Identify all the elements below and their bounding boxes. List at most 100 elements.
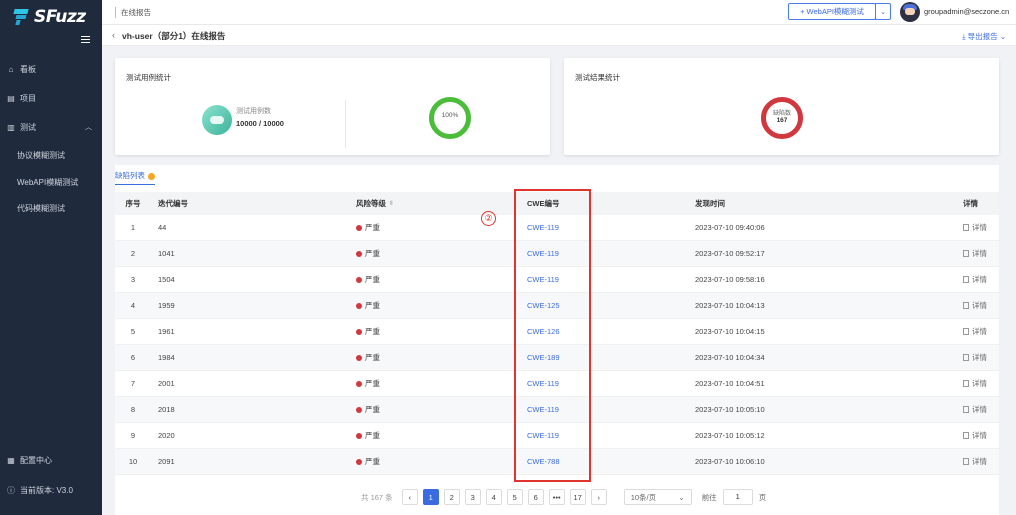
risk-header-label: 风险等级 — [356, 199, 386, 208]
sidebar-version: ⓘ 当前版本: V3.0 — [0, 478, 102, 502]
risk-label: 严重 — [365, 223, 380, 232]
chevron-down-icon[interactable]: ⌄ — [875, 3, 891, 20]
detail-button[interactable]: 详情 — [963, 274, 987, 285]
row-risk: 严重 — [356, 274, 380, 285]
severity-dot-icon — [356, 224, 362, 231]
detail-label: 详情 — [972, 379, 987, 388]
logo[interactable]: SFuzz — [13, 6, 86, 28]
top-bar: 在线报告 + WebAPI模糊测试 ⌄ groupadmin@seczone.c… — [102, 0, 1016, 25]
row-index: 4 — [130, 301, 136, 310]
severity-dot-icon — [356, 458, 362, 465]
document-icon — [963, 276, 969, 283]
document-icon — [963, 328, 969, 335]
detail-label: 详情 — [972, 431, 987, 440]
detail-button[interactable]: 详情 — [963, 326, 987, 337]
defect-label: 缺陷数 — [772, 111, 791, 117]
chevron-down-icon: ⌄ — [997, 32, 1006, 41]
row-risk: 严重 — [356, 378, 380, 389]
sidebar-item-config[interactable]: ▦ 配置中心 — [0, 448, 102, 472]
export-report-button[interactable]: ⤓ 导出报告 ⌄ — [962, 31, 1006, 42]
test-icon: ▥ — [7, 122, 15, 132]
export-label: 导出报告 — [967, 32, 998, 41]
row-risk: 严重 — [356, 352, 380, 363]
avatar[interactable] — [900, 2, 920, 22]
row-iteration: 1961 — [158, 327, 175, 336]
result-stats-card: 测试结果统计 缺陷数 167 — [564, 58, 999, 155]
document-icon — [963, 458, 969, 465]
sidebar-item-label: 配置中心 — [20, 455, 52, 465]
sidebar-item-test[interactable]: ▥ 测试 ︿ — [0, 115, 102, 139]
row-time: 2023-07-10 10:05:12 — [695, 431, 765, 440]
detail-button[interactable]: 详情 — [963, 222, 987, 233]
severity-dot-icon — [356, 406, 362, 413]
page-button[interactable]: 5 — [506, 489, 523, 505]
page-unit: 页 — [758, 492, 767, 502]
webapi-fuzz-button[interactable]: + WebAPI模糊测试 — [788, 3, 876, 20]
detail-label: 详情 — [972, 405, 987, 414]
detail-button[interactable]: 详情 — [963, 300, 987, 311]
tab-defect-list[interactable]: 缺陷列表 — [115, 170, 155, 185]
page-button[interactable]: 1 — [422, 489, 439, 505]
page-button[interactable]: 4 — [485, 489, 502, 505]
sidebar: SFuzz ⌂ 看板 ▤ 项目 ▥ 测试 ︿ 协议模糊测试 WebAPI模糊测试… — [0, 0, 102, 515]
page-button[interactable]: 17 — [569, 489, 586, 505]
breadcrumb[interactable]: 在线报告 — [115, 7, 151, 18]
severity-dot-icon — [356, 302, 362, 309]
row-iteration: 1504 — [158, 275, 175, 284]
column-header-risk[interactable]: 风险等级 ⇳ — [356, 198, 394, 209]
column-header-index: 序号 — [125, 199, 141, 208]
case-count-label: 测试用例数 — [236, 108, 271, 115]
document-icon — [963, 250, 969, 257]
detail-button[interactable]: 详情 — [963, 352, 987, 363]
logo-text: SFuzz — [34, 7, 86, 27]
sidebar-item-code-fuzz[interactable]: 代码模糊测试 — [0, 196, 102, 220]
tab-label: 缺陷列表 — [115, 171, 145, 180]
detail-button[interactable]: 详情 — [963, 248, 987, 259]
document-icon — [963, 432, 969, 439]
detail-button[interactable]: 详情 — [963, 456, 987, 467]
column-header-iteration: 迭代编号 — [158, 199, 188, 208]
page-button[interactable]: 3 — [464, 489, 481, 505]
sidebar-item-dashboard[interactable]: ⌂ 看板 — [0, 57, 102, 81]
sidebar-item-webapi-fuzz[interactable]: WebAPI模糊测试 — [0, 170, 102, 194]
row-iteration: 1959 — [158, 301, 175, 310]
detail-button[interactable]: 详情 — [963, 378, 987, 389]
row-iteration: 2091 — [158, 457, 175, 466]
row-index: 5 — [130, 327, 136, 336]
goto-page-input[interactable]: 1 — [722, 489, 753, 505]
row-index: 3 — [130, 275, 136, 284]
detail-button[interactable]: 详情 — [963, 430, 987, 441]
page-button[interactable]: 6 — [527, 489, 544, 505]
detail-button[interactable]: 详情 — [963, 404, 987, 415]
sidebar-item-protocol-fuzz[interactable]: 协议模糊测试 — [0, 143, 102, 167]
case-count-value: 10000 / 10000 — [236, 119, 284, 128]
menu-toggle-icon[interactable] — [81, 36, 90, 43]
row-time: 2023-07-10 10:04:15 — [695, 327, 765, 336]
page-header: ‹ vh-user（部分1）在线报告 ⤓ 导出报告 ⌄ — [102, 25, 1016, 46]
back-arrow-icon[interactable]: ‹ — [112, 30, 115, 40]
page-size-select[interactable]: 10条/页 ⌄ — [623, 489, 692, 505]
next-page-button[interactable]: › — [590, 489, 607, 505]
info-icon: ⓘ — [7, 485, 15, 495]
detail-label: 详情 — [972, 327, 987, 336]
row-iteration: 44 — [158, 223, 167, 232]
cwe-highlight-box — [514, 189, 591, 482]
defect-count: 167 — [776, 117, 788, 124]
chevron-down-icon: ⌄ — [678, 492, 685, 502]
document-icon — [963, 354, 969, 361]
detail-label: 详情 — [972, 457, 987, 466]
prev-page-button[interactable]: ‹ — [401, 489, 418, 505]
more-pages-button[interactable]: ••• — [548, 489, 565, 505]
row-risk: 严重 — [356, 222, 380, 233]
sort-icon[interactable]: ⇳ — [389, 200, 394, 207]
detail-label: 详情 — [972, 301, 987, 310]
page-button[interactable]: 2 — [443, 489, 460, 505]
row-time: 2023-07-10 09:58:16 — [695, 275, 765, 284]
sidebar-item-project[interactable]: ▤ 项目 — [0, 86, 102, 110]
row-risk: 严重 — [356, 300, 380, 311]
user-email[interactable]: groupadmin@seczone.cn — [924, 7, 1009, 16]
sidebar-item-label: 测试 — [20, 122, 36, 132]
risk-label: 严重 — [365, 431, 380, 440]
annotation-marker: ② — [481, 211, 496, 226]
risk-label: 严重 — [365, 249, 380, 258]
